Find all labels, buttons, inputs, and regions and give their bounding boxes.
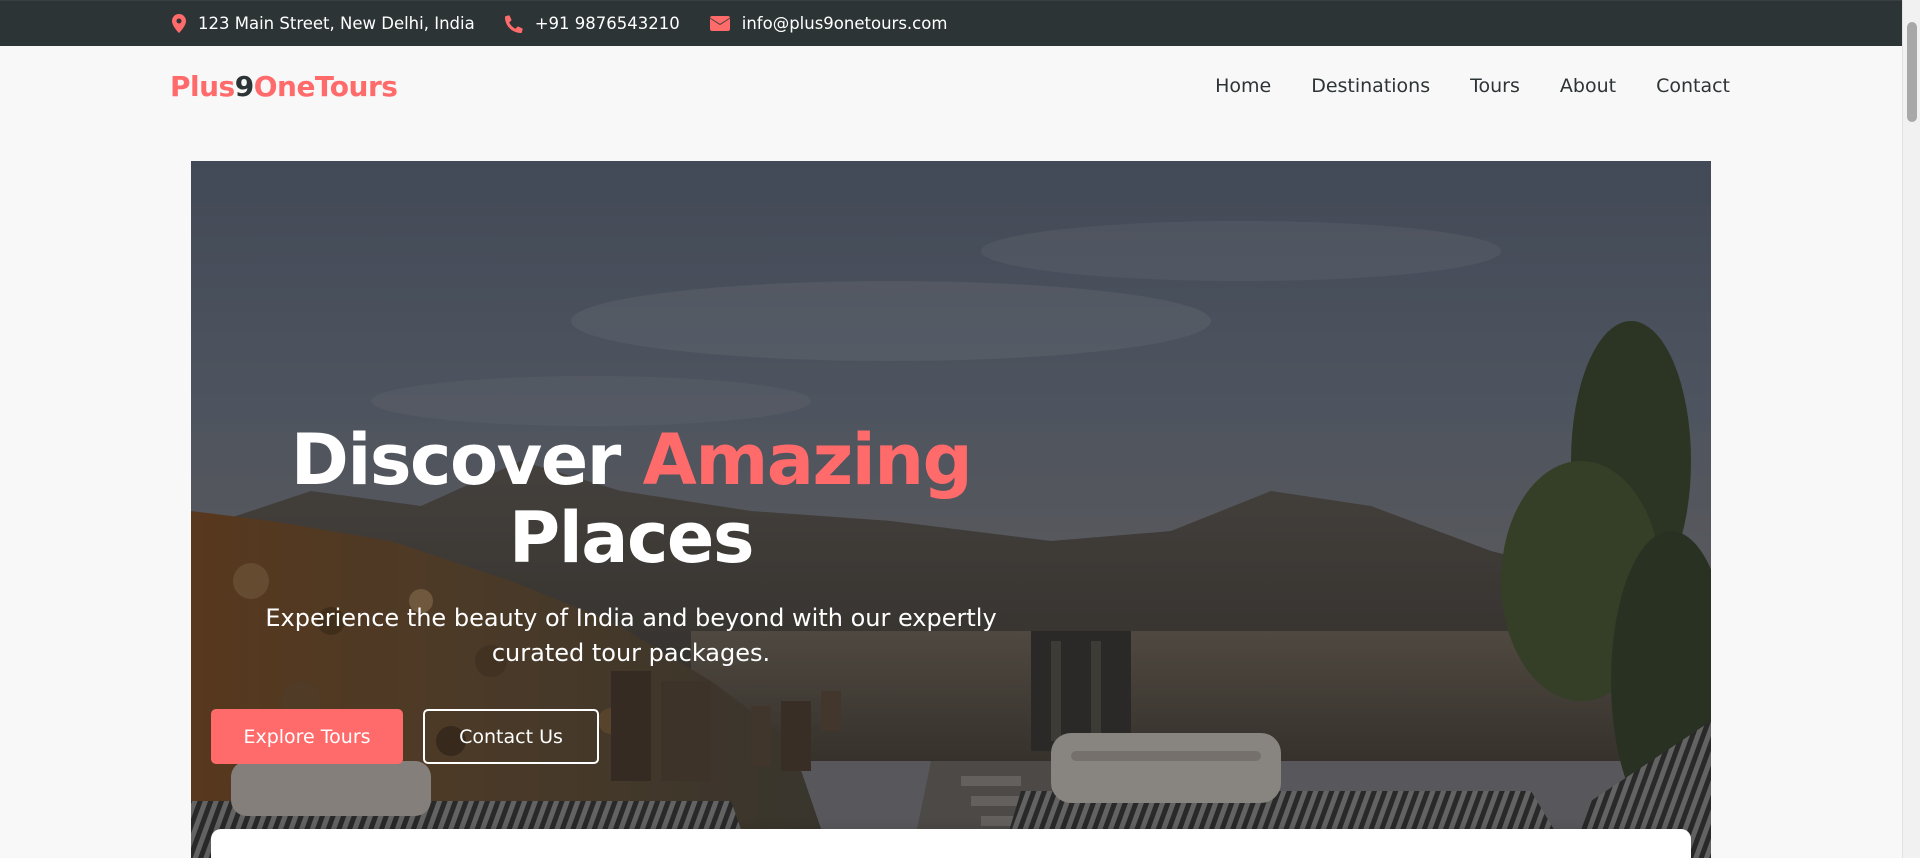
hero-title-part1: Discover [290, 419, 643, 501]
search-card [211, 829, 1691, 858]
hero-title: Discover Amazing Places [251, 421, 1011, 577]
email-text[interactable]: info@plus9onetours.com [742, 14, 948, 33]
envelope-icon [709, 16, 730, 31]
phone-text[interactable]: +91 9876543210 [535, 14, 680, 33]
phone-icon [504, 14, 523, 33]
site-logo[interactable]: Plus9OneTours [170, 69, 398, 103]
contact-us-button[interactable]: Contact Us [423, 709, 599, 764]
site-header: Plus9OneTours Home Destinations Tours Ab… [0, 46, 1902, 126]
main-nav: Home Destinations Tours About Contact [1175, 46, 1730, 126]
email-info[interactable]: info@plus9onetours.com [709, 14, 948, 33]
address-info: 123 Main Street, New Delhi, India [172, 14, 475, 33]
page-scrollbar[interactable] [1902, 0, 1920, 858]
logo-part-nine: 9 [234, 69, 254, 103]
logo-part-onetours: OneTours [253, 69, 398, 103]
logo-part-plus: Plus [170, 69, 235, 103]
map-pin-icon [172, 14, 186, 33]
explore-tours-button[interactable]: Explore Tours [211, 709, 403, 764]
hero-buttons: Explore Tours Contact Us [211, 709, 599, 764]
nav-destinations[interactable]: Destinations [1311, 75, 1430, 97]
nav-about[interactable]: About [1560, 75, 1616, 97]
top-info-bar: 123 Main Street, New Delhi, India +91 98… [0, 0, 1902, 46]
address-text: 123 Main Street, New Delhi, India [198, 14, 475, 33]
phone-info[interactable]: +91 9876543210 [504, 14, 680, 33]
hero-subtitle: Experience the beauty of India and beyon… [265, 604, 997, 667]
nav-tours[interactable]: Tours [1470, 75, 1520, 97]
hero-title-accent: Amazing [642, 419, 973, 501]
nav-home[interactable]: Home [1215, 75, 1271, 97]
hero-content: Discover Amazing Places Experience the b… [251, 421, 1011, 671]
nav-contact[interactable]: Contact [1656, 75, 1730, 97]
hero-section: Discover Amazing Places Experience the b… [191, 161, 1711, 858]
scrollbar-thumb[interactable] [1907, 22, 1917, 122]
hero-title-part2: Places [508, 497, 755, 579]
